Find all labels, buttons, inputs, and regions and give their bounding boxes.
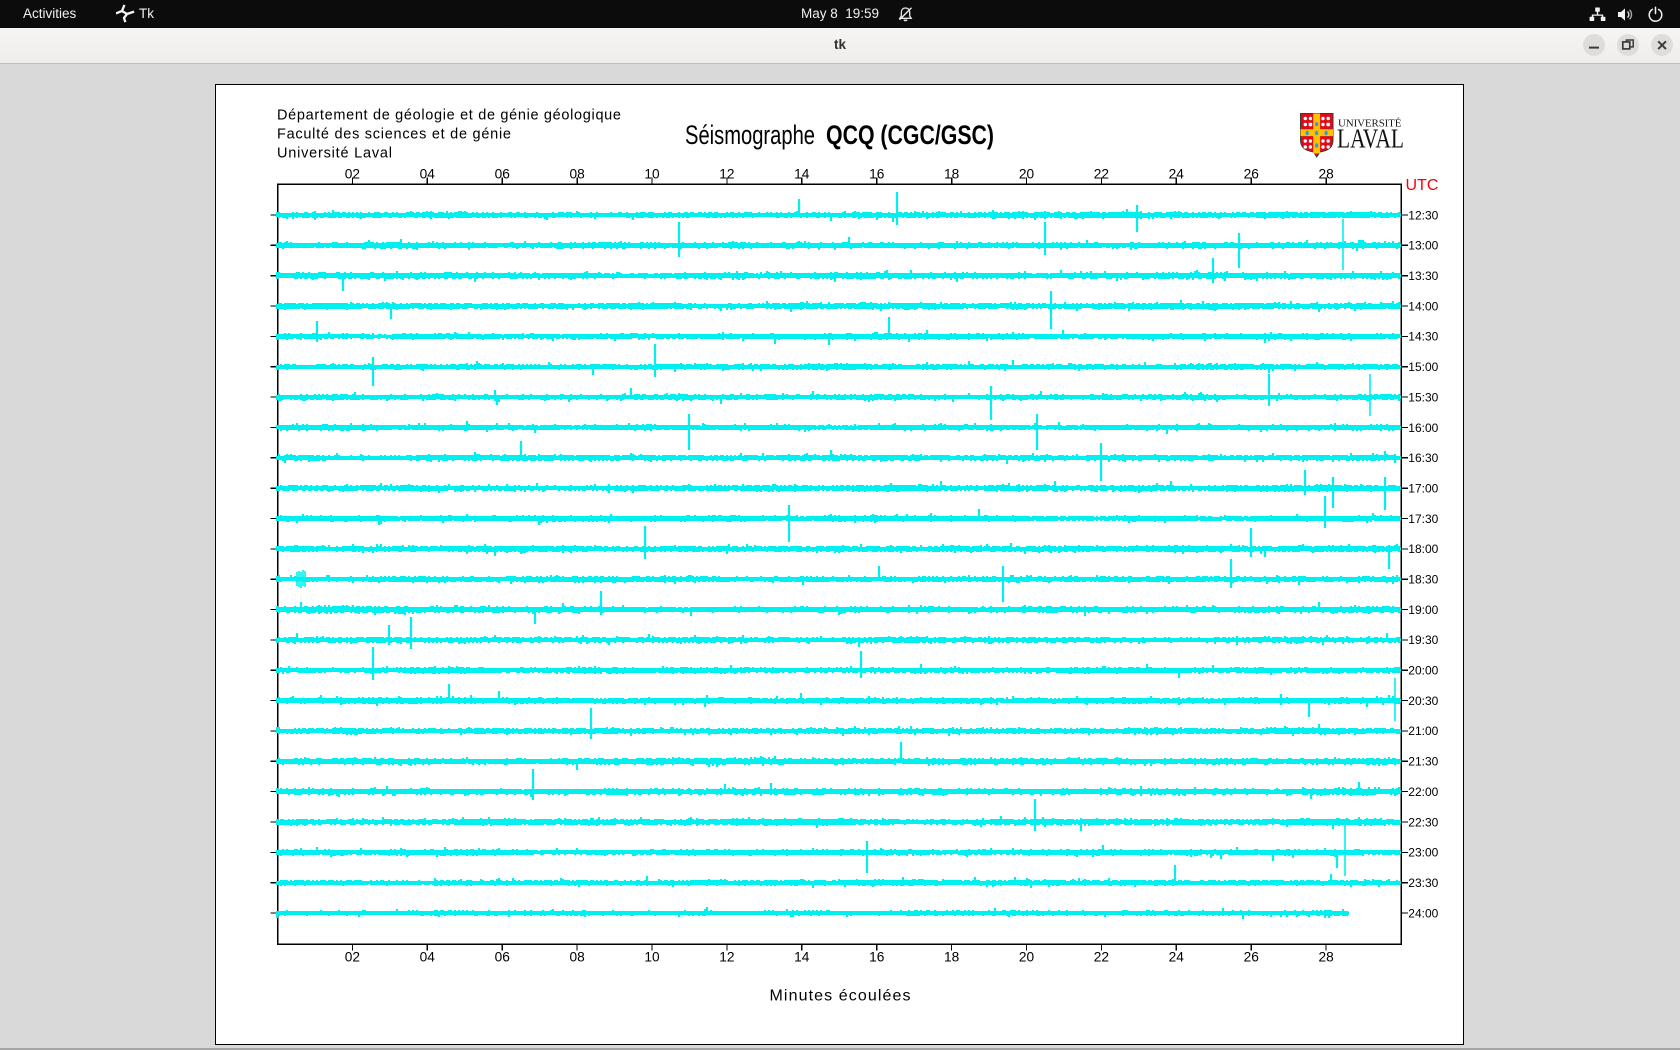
svg-text:22: 22: [1093, 949, 1108, 964]
svg-text:19:30: 19:30: [1408, 633, 1438, 647]
svg-text:22:00: 22:00: [1408, 784, 1438, 798]
svg-text:20:00: 20:00: [1408, 663, 1438, 677]
svg-text:16:30: 16:30: [1408, 451, 1438, 465]
svg-text:14:00: 14:00: [1408, 299, 1438, 313]
svg-text:18:00: 18:00: [1408, 542, 1438, 556]
svg-text:16:00: 16:00: [1408, 420, 1438, 434]
svg-text:28: 28: [1318, 166, 1334, 181]
svg-text:10: 10: [644, 166, 660, 181]
svg-text:22:30: 22:30: [1408, 815, 1438, 829]
svg-text:20: 20: [1018, 949, 1034, 964]
svg-text:14: 14: [794, 949, 810, 964]
svg-text:14: 14: [794, 166, 810, 181]
svg-text:24:00: 24:00: [1408, 906, 1438, 920]
svg-text:04: 04: [419, 166, 435, 181]
svg-text:20: 20: [1018, 166, 1034, 181]
svg-text:23:00: 23:00: [1408, 845, 1438, 859]
svg-text:28: 28: [1318, 949, 1334, 964]
svg-text:12: 12: [719, 166, 734, 181]
svg-text:18: 18: [943, 166, 959, 181]
svg-text:18:30: 18:30: [1408, 572, 1438, 586]
svg-text:15:00: 15:00: [1408, 360, 1438, 374]
svg-text:Département de géologie et de: Département de géologie et de génie géol…: [277, 107, 621, 123]
svg-text:12:30: 12:30: [1408, 208, 1438, 222]
svg-text:26: 26: [1243, 949, 1259, 964]
svg-text:17:00: 17:00: [1408, 481, 1438, 495]
svg-text:12: 12: [719, 949, 734, 964]
svg-text:10: 10: [644, 949, 660, 964]
svg-text:23:30: 23:30: [1408, 876, 1438, 890]
svg-text:Séismographe: Séismographe: [685, 120, 815, 150]
svg-text:19:00: 19:00: [1408, 602, 1438, 616]
svg-text:06: 06: [494, 949, 510, 964]
svg-text:QCQ (CGC/GSC): QCQ (CGC/GSC): [826, 120, 994, 150]
svg-text:Minutes écoulées: Minutes écoulées: [769, 987, 910, 1004]
svg-text:LAVAL: LAVAL: [1337, 123, 1404, 153]
svg-text:20:30: 20:30: [1408, 693, 1438, 707]
svg-text:26: 26: [1243, 166, 1259, 181]
svg-text:Faculté des sciences et de gén: Faculté des sciences et de génie: [277, 126, 511, 142]
svg-text:Université Laval: Université Laval: [277, 145, 392, 161]
svg-text:18: 18: [943, 949, 959, 964]
svg-text:06: 06: [494, 166, 510, 181]
svg-text:02: 02: [344, 949, 359, 964]
svg-text:08: 08: [569, 166, 585, 181]
svg-text:14:30: 14:30: [1408, 329, 1438, 343]
svg-text:16: 16: [869, 166, 885, 181]
svg-text:08: 08: [569, 949, 585, 964]
svg-text:24: 24: [1168, 166, 1184, 181]
svg-text:15:30: 15:30: [1408, 390, 1438, 404]
svg-text:13:30: 13:30: [1408, 269, 1438, 283]
svg-text:22: 22: [1093, 166, 1108, 181]
svg-text:UTC: UTC: [1405, 177, 1438, 194]
svg-text:21:30: 21:30: [1408, 754, 1438, 768]
svg-text:02: 02: [344, 166, 359, 181]
svg-text:04: 04: [419, 949, 435, 964]
svg-text:21:00: 21:00: [1408, 724, 1438, 738]
svg-text:24: 24: [1168, 949, 1184, 964]
svg-text:17:30: 17:30: [1408, 511, 1438, 525]
svg-text:16: 16: [869, 949, 885, 964]
svg-text:13:00: 13:00: [1408, 238, 1438, 252]
